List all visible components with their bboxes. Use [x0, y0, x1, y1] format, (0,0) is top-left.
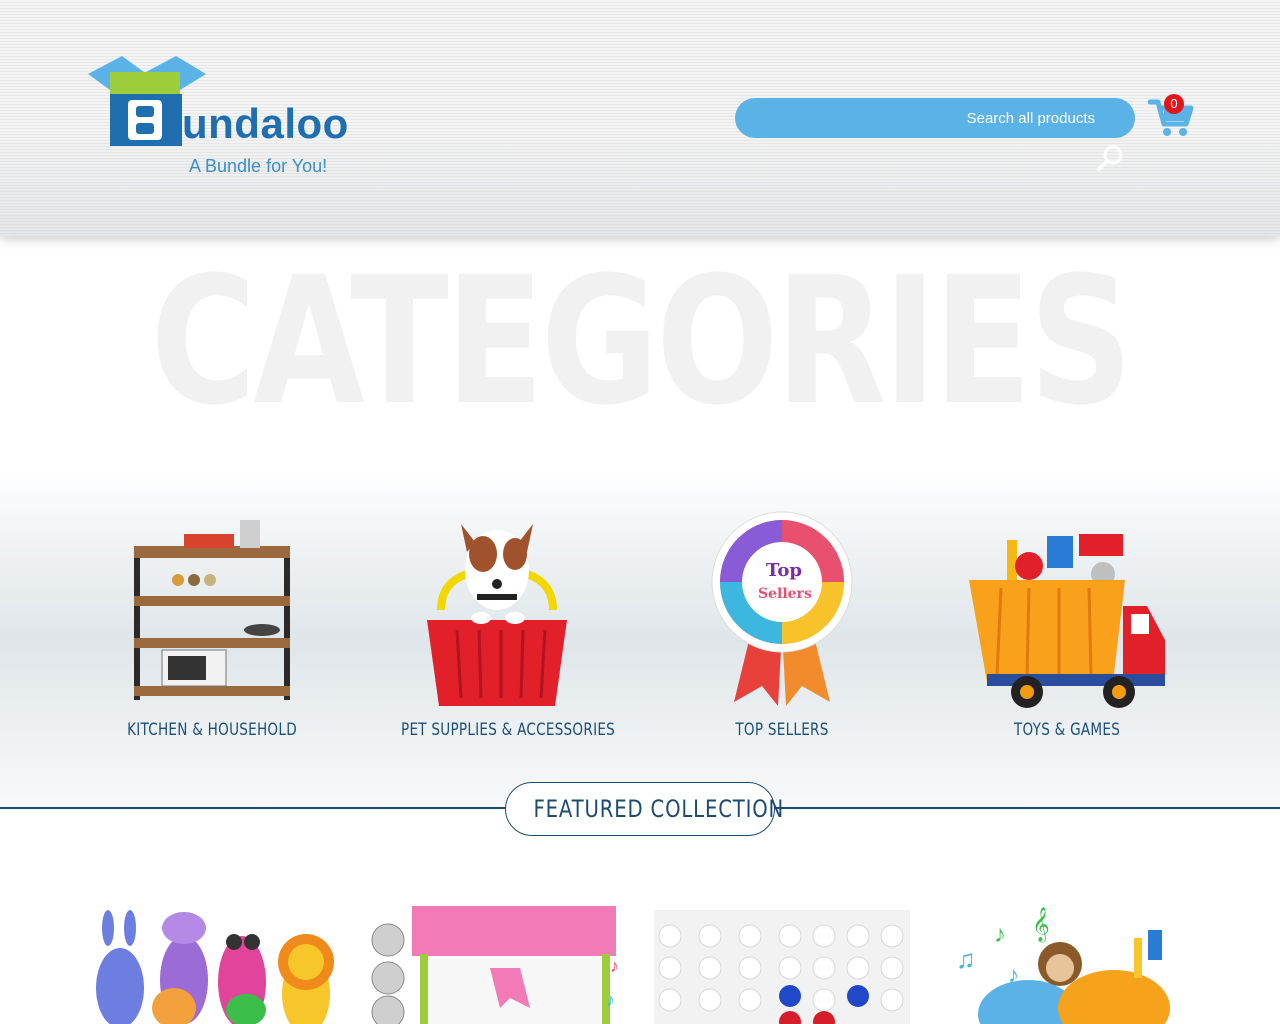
- category-toys-games[interactable]: TOYS & GAMES: [947, 510, 1187, 750]
- product-card-bowling-pins[interactable]: [86, 898, 346, 1024]
- category-label: TOYS & GAMES: [1013, 720, 1121, 740]
- search-icon[interactable]: [1096, 144, 1124, 172]
- dog-basket-icon: [427, 524, 567, 706]
- ribbon-badge-icon: Top Sellers: [711, 511, 853, 706]
- svg-text:Sellers: Sellers: [758, 586, 812, 602]
- svg-text:♫: ♫: [956, 944, 976, 974]
- claw-machine-image: ♪ ♪: [371, 906, 619, 1024]
- featured-collection-label: FEATURED COLLECTION: [533, 795, 785, 823]
- svg-text:♪: ♪: [994, 921, 1006, 948]
- svg-text:♪: ♪: [606, 990, 615, 1010]
- svg-text:𝄞: 𝄞: [1032, 907, 1050, 943]
- category-pet-supplies[interactable]: PET SUPPLIES & ACCESSORIES: [377, 510, 617, 750]
- search-input[interactable]: [735, 98, 1135, 138]
- musical-car-toy-image: ♫ ♪ 𝄞 ♪: [956, 907, 1170, 1024]
- toy-truck-icon: [969, 534, 1165, 708]
- cart-count-badge: 0: [1164, 94, 1184, 114]
- category-label: KITCHEN & HOUSEHOLD: [127, 720, 297, 740]
- product-card-connect-four[interactable]: [654, 898, 914, 1024]
- logo-tagline: A Bundle for You!: [189, 156, 328, 176]
- product-card-claw-machine[interactable]: ♪ ♪: [370, 898, 630, 1024]
- categories-background-title: CATEGORIES: [150, 239, 1132, 444]
- category-kitchen-household[interactable]: KITCHEN & HOUSEHOLD: [92, 510, 332, 750]
- featured-collection-heading[interactable]: FEATURED COLLECTION: [505, 782, 783, 836]
- category-label: PET SUPPLIES & ACCESSORIES: [401, 720, 616, 740]
- bundaloo-logo[interactable]: undaloo A Bundle for You!: [86, 54, 349, 180]
- svg-text:Top: Top: [766, 560, 802, 581]
- animal-bowling-pins-image: [96, 910, 334, 1024]
- product-card-musical-car[interactable]: ♫ ♪ 𝄞 ♪: [938, 898, 1198, 1024]
- logo-wordmark: undaloo: [182, 100, 349, 147]
- kitchen-shelf-icon: [134, 520, 290, 700]
- category-label: TOP SELLERS: [735, 720, 829, 740]
- category-top-sellers[interactable]: Top Sellers TOP SELLERS: [662, 510, 902, 750]
- svg-text:♪: ♪: [610, 956, 619, 976]
- connect-four-image: [654, 910, 910, 1024]
